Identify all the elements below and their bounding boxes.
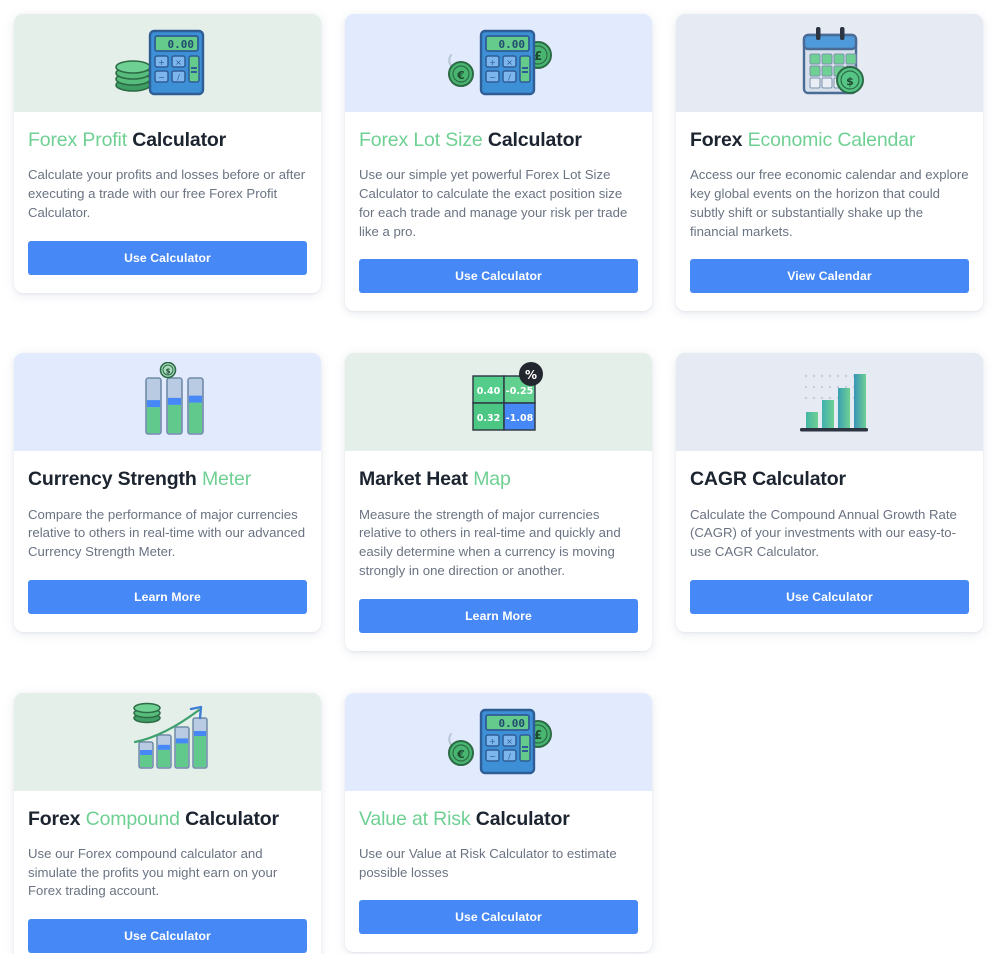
card-cta-button[interactable]: Use Calculator xyxy=(28,919,307,954)
card-title: Forex Lot Size Calculator xyxy=(359,128,638,152)
card-title-accent: Forex Lot Size xyxy=(359,129,483,151)
svg-text:$: $ xyxy=(165,368,170,376)
tool-card: € £ 0.00 + × − / Value at Risk Calculato… xyxy=(345,692,652,953)
card-body: Forex Lot Size Calculator Use our simple… xyxy=(345,112,652,311)
svg-text:+: + xyxy=(158,58,165,67)
card-media: $ xyxy=(676,14,983,112)
card-title: Currency Strength Meter xyxy=(28,467,307,491)
card-media: 0.00 + × − / xyxy=(14,14,321,112)
card-title: Forex Compound Calculator xyxy=(28,807,307,831)
card-title-plain: Currency Strength xyxy=(28,468,197,491)
card-title-plain: Forex xyxy=(28,807,81,830)
tool-card: € £ 0.00 + × − / Forex Lot Size Calculat… xyxy=(345,14,652,312)
svg-text:/: / xyxy=(508,752,511,761)
svg-text:−: − xyxy=(158,73,165,82)
card-title-accent: Meter xyxy=(201,468,252,491)
card-media xyxy=(676,353,983,452)
card-title-plain: CAGR Calculator xyxy=(690,468,846,491)
card-title-accent: Map xyxy=(473,468,511,491)
card-title: Forex Profit Calculator xyxy=(28,128,307,152)
card-title: CAGR Calculator xyxy=(690,467,969,491)
card-description: Access our free economic calendar and ex… xyxy=(690,167,969,239)
card-media xyxy=(14,692,321,791)
svg-text:0.00: 0.00 xyxy=(167,38,194,51)
calculator-coins-icon: 0.00 + × − / xyxy=(108,23,228,103)
card-title-accent: Economic Calendar xyxy=(747,129,916,151)
card-body: Market Heat Map Measure the strength of … xyxy=(345,451,652,650)
card-body: Forex Compound Calculator Use our Forex … xyxy=(14,791,321,954)
growth-arrow-bars-coins-icon xyxy=(108,702,228,782)
card-title-accent: Forex Profit xyxy=(28,129,127,151)
strength-bars-dollar-icon: $ xyxy=(108,362,228,442)
svg-text:-1.08: -1.08 xyxy=(505,413,533,424)
card-media: 0.40 -0.25 0.32 -1.08 % xyxy=(345,353,652,452)
card-cta-button[interactable]: Learn More xyxy=(28,579,307,614)
svg-text:+: + xyxy=(489,737,496,746)
card-body: Value at Risk Calculator Use our Value a… xyxy=(345,791,652,953)
card-title: Forex Economic Calendar xyxy=(690,128,969,152)
card-title-accent: Value at Risk xyxy=(359,807,471,830)
card-title-plain: Forex xyxy=(690,129,743,151)
svg-text:×: × xyxy=(175,58,182,67)
tool-card: CAGR Calculator Calculate the Compound A… xyxy=(676,353,983,632)
card-description: Calculate the Compound Annual Growth Rat… xyxy=(690,506,957,560)
svg-text:×: × xyxy=(506,58,513,67)
svg-text:×: × xyxy=(506,737,513,746)
card-cta-button[interactable]: Use Calculator xyxy=(28,240,307,275)
card-description: Calculate your profits and losses before… xyxy=(28,167,306,220)
svg-text:%: % xyxy=(524,368,536,382)
svg-text:−: − xyxy=(489,752,496,761)
card-title-accent: Compound xyxy=(85,807,180,830)
svg-text:/: / xyxy=(508,73,511,82)
card-description: Use our Forex compound calculator and si… xyxy=(28,846,278,899)
calendar-dollar-icon: $ xyxy=(770,23,890,103)
card-cta-button[interactable]: View Calendar xyxy=(690,259,969,294)
card-media: € £ 0.00 + × − / xyxy=(345,14,652,112)
tools-card-grid: 0.00 + × − / Forex Profit Calculator Cal… xyxy=(0,0,1005,954)
card-description: Compare the performance of major currenc… xyxy=(28,506,306,560)
svg-text:$: $ xyxy=(846,75,854,88)
card-body: CAGR Calculator Calculate the Compound A… xyxy=(676,451,983,632)
svg-text:€: € xyxy=(456,69,465,82)
card-title: Value at Risk Calculator xyxy=(359,807,638,831)
bar-chart-growth-icon xyxy=(770,362,890,442)
card-description: Use our simple yet powerful Forex Lot Si… xyxy=(359,167,628,239)
svg-text:/: / xyxy=(177,73,180,82)
svg-text:0.32: 0.32 xyxy=(476,413,499,424)
card-body: Forex Economic Calendar Access our free … xyxy=(676,112,983,311)
svg-text:+: + xyxy=(489,58,496,67)
calculator-currency-coins-icon: € £ 0.00 + × − / xyxy=(439,702,559,782)
card-title: Market Heat Map xyxy=(359,467,638,491)
svg-text:€: € xyxy=(456,748,465,761)
svg-text:0.00: 0.00 xyxy=(498,38,525,51)
card-cta-button[interactable]: Use Calculator xyxy=(359,900,638,935)
card-cta-button[interactable]: Use Calculator xyxy=(359,259,638,294)
card-title-plain-tail: Calculator xyxy=(185,807,279,830)
svg-text:-0.25: -0.25 xyxy=(505,386,532,397)
svg-text:0.40: 0.40 xyxy=(476,386,500,397)
card-title-plain: Calculator xyxy=(487,129,582,151)
card-media: $ xyxy=(14,353,321,452)
card-title-plain: Calculator xyxy=(475,807,570,830)
card-title-plain: Market Heat xyxy=(359,468,468,491)
tool-card: 0.40 -0.25 0.32 -1.08 % Market Heat Map … xyxy=(345,353,652,651)
tool-card: Forex Compound Calculator Use our Forex … xyxy=(14,692,321,954)
card-title-plain: Calculator xyxy=(132,129,227,151)
card-body: Currency Strength Meter Compare the perf… xyxy=(14,451,321,632)
svg-text:−: − xyxy=(489,73,496,82)
calculator-currency-coins-icon: € £ 0.00 + × − / xyxy=(439,23,559,103)
card-description: Use our Value at Risk Calculator to esti… xyxy=(359,846,617,880)
svg-text:0.00: 0.00 xyxy=(498,717,525,730)
card-cta-button[interactable]: Use Calculator xyxy=(690,579,969,614)
card-description: Measure the strength of major currencies… xyxy=(359,506,621,578)
card-cta-button[interactable]: Learn More xyxy=(359,598,638,633)
tool-card: $ Forex Economic Calendar Access our fre… xyxy=(676,14,983,312)
tool-card: $ Currency Strength Meter Compare the pe… xyxy=(14,353,321,632)
tool-card: 0.00 + × − / Forex Profit Calculator Cal… xyxy=(14,14,321,293)
heat-map-grid-icon: 0.40 -0.25 0.32 -1.08 % xyxy=(439,362,559,442)
card-media: € £ 0.00 + × − / xyxy=(345,692,652,791)
card-body: Forex Profit Calculator Calculate your p… xyxy=(14,112,321,293)
